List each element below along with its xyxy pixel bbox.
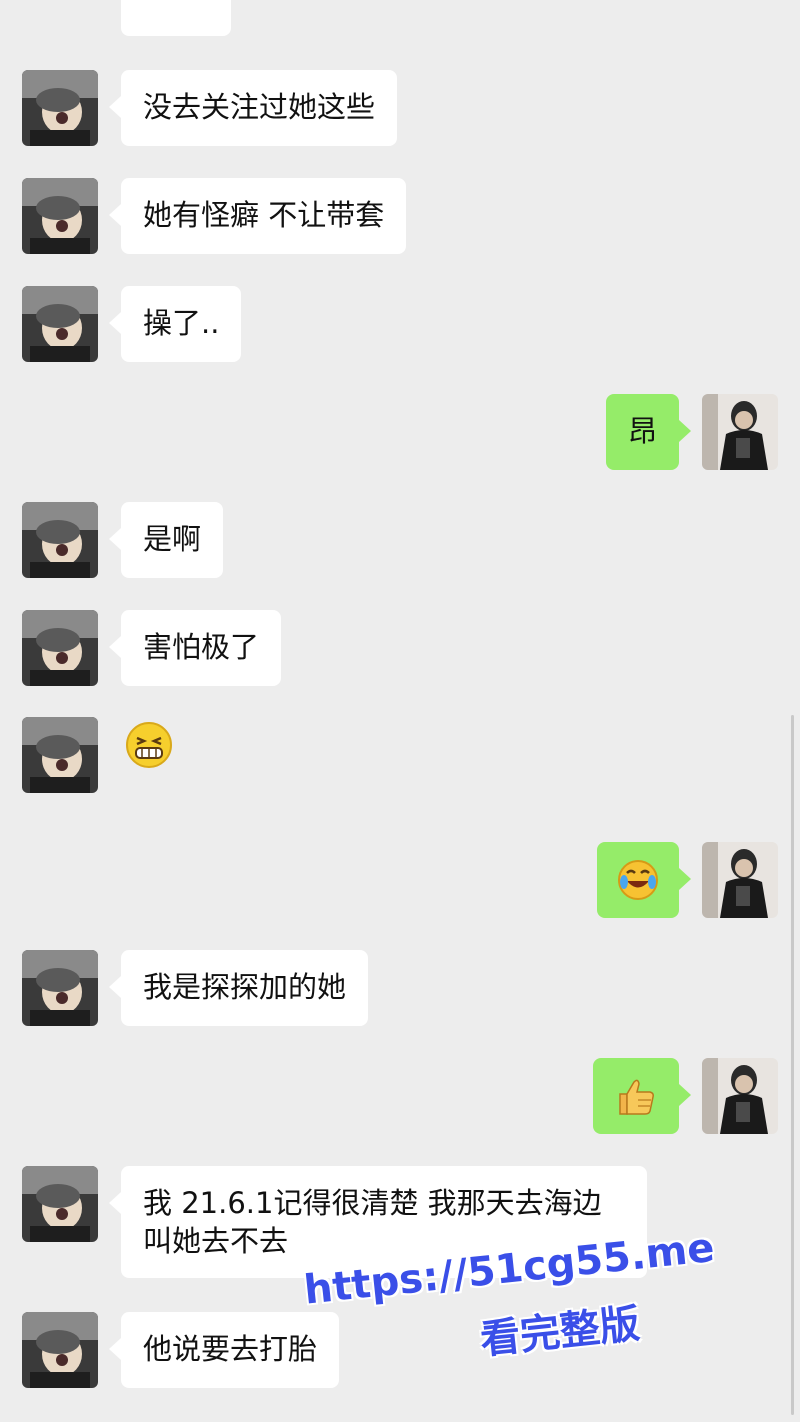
watermark-subtitle: 看完整版 xyxy=(478,1301,642,1364)
contact-avatar[interactable] xyxy=(22,286,98,362)
message-bubble[interactable] xyxy=(121,717,177,773)
message-bubble[interactable] xyxy=(593,1058,691,1134)
contact-avatar[interactable] xyxy=(22,502,98,578)
message-bubble[interactable]: 没去关注过她这些 xyxy=(108,70,398,146)
contact-avatar[interactable] xyxy=(22,610,98,686)
crying-laughing-emoji-icon xyxy=(616,858,660,902)
contact-avatar[interactable] xyxy=(22,950,98,1026)
contact-avatar[interactable] xyxy=(22,178,98,254)
message-bubble[interactable]: 害怕极了 xyxy=(108,610,282,686)
message-bubble[interactable]: 昂 xyxy=(605,394,692,470)
message-bubble[interactable]: 操了.. xyxy=(108,286,242,362)
thumbs-up-emoji-icon xyxy=(614,1074,658,1118)
message-bubble[interactable] xyxy=(597,842,691,918)
previous-message-bubble[interactable] xyxy=(121,0,231,36)
self-avatar[interactable] xyxy=(702,394,778,470)
self-avatar[interactable] xyxy=(702,842,778,918)
grimace-laugh-emoji-icon xyxy=(124,720,174,770)
contact-avatar[interactable] xyxy=(22,70,98,146)
contact-avatar[interactable] xyxy=(22,717,98,793)
contact-avatar[interactable] xyxy=(22,1312,98,1388)
self-avatar[interactable] xyxy=(702,1058,778,1134)
message-bubble[interactable]: 我是探探加的她 xyxy=(108,950,369,1026)
message-bubble[interactable]: 是啊 xyxy=(108,502,224,578)
message-bubble[interactable]: 他说要去打胎 xyxy=(108,1312,340,1388)
message-bubble[interactable]: 她有怪癖 不让带套 xyxy=(108,178,407,254)
chat-area[interactable]: 没去关注过她这些 她有怪癖 不让带套 操了.. 昂 是啊 害怕极了 我是探探加的… xyxy=(0,0,800,1422)
contact-avatar[interactable] xyxy=(22,1166,98,1242)
